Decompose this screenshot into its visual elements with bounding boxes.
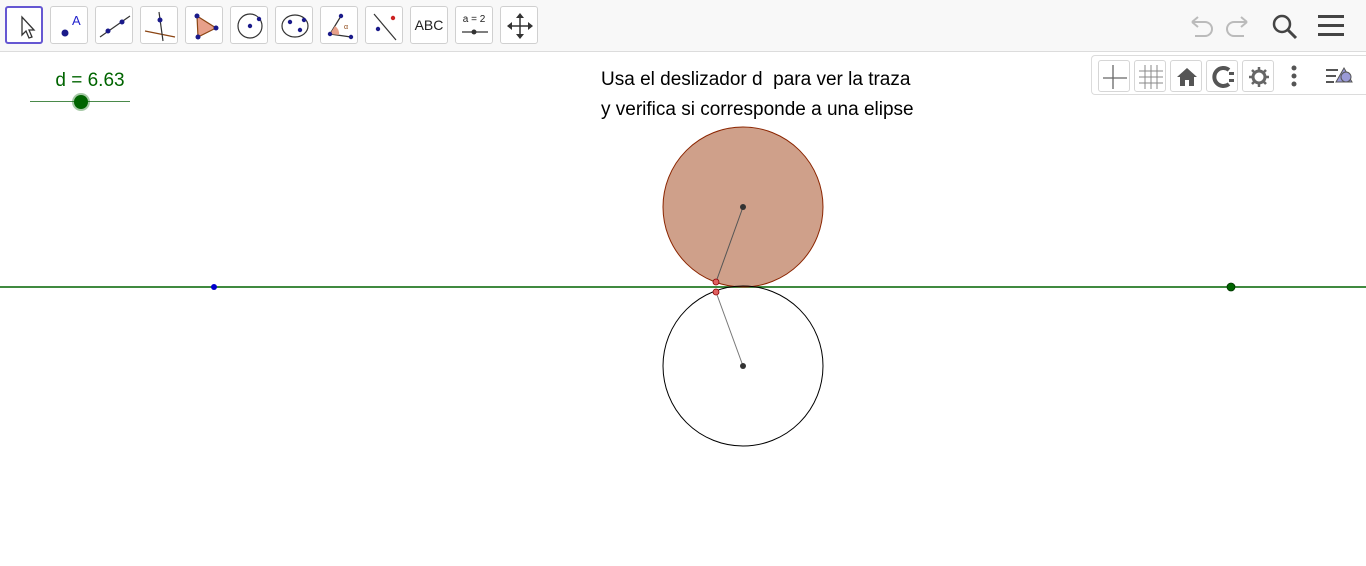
more-icon [1291, 65, 1297, 87]
slider-label: d = 6.63 [55, 70, 125, 91]
style-bar-toggle-button[interactable] [1322, 60, 1354, 92]
axes-toggle-button[interactable] [1098, 60, 1130, 92]
home-button[interactable] [1170, 60, 1202, 92]
axes-icon [1103, 65, 1127, 89]
line-point-right[interactable] [1226, 282, 1236, 292]
point-capturing-button[interactable] [1206, 60, 1238, 92]
settings-button[interactable] [1242, 60, 1274, 92]
trace-point-lower[interactable] [712, 288, 720, 296]
point-capturing-icon [1212, 66, 1234, 88]
lower-radius-segment[interactable] [715, 291, 744, 367]
trace-point-upper[interactable] [712, 278, 720, 286]
grid-icon [1139, 65, 1163, 89]
lower-center-point[interactable] [740, 363, 746, 369]
settings-icon [1249, 67, 1269, 87]
slider-knob[interactable] [74, 95, 88, 109]
grid-toggle-button[interactable] [1134, 60, 1166, 92]
instruction-text-line-1: Usa el deslizador d para ver la traza [601, 69, 911, 90]
style-bar [1091, 55, 1366, 95]
home-icon [1177, 68, 1197, 86]
instruction-text-line-2: y verifica si corresponde a una elipse [601, 99, 914, 120]
upper-center-point[interactable] [740, 204, 746, 210]
line-point-left[interactable] [211, 284, 217, 290]
style-bar-toggle-icon [1326, 66, 1353, 83]
more-button[interactable] [1278, 60, 1310, 92]
